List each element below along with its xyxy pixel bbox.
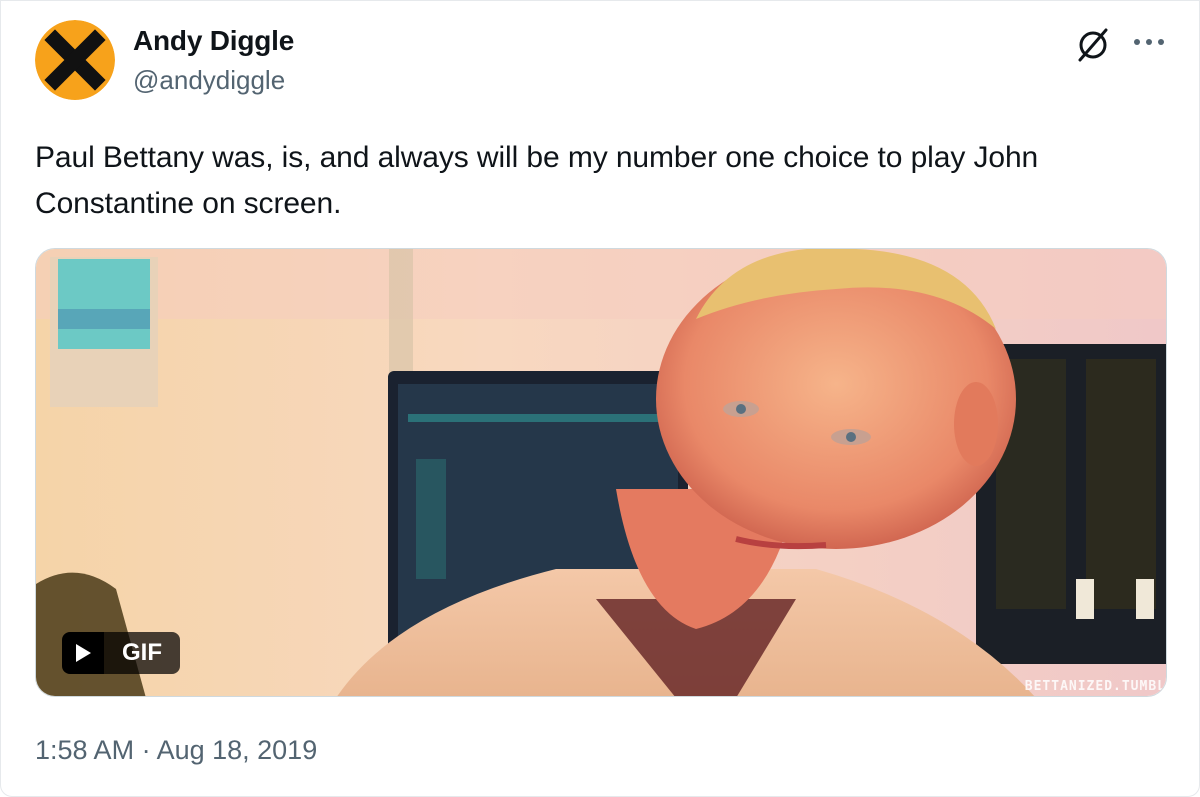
tweet-card: Andy Diggle @andydiggle Paul Bettany was… bbox=[0, 0, 1200, 797]
gif-media[interactable]: GIF BETTANIZED.TUMBL bbox=[35, 248, 1167, 697]
gif-frame bbox=[36, 249, 1166, 696]
tweet-timestamp[interactable]: 1:58 AM · Aug 18, 2019 bbox=[35, 735, 317, 766]
avatar[interactable] bbox=[35, 20, 115, 100]
x-logo-icon[interactable] bbox=[1073, 27, 1113, 63]
play-icon[interactable] bbox=[62, 632, 104, 674]
gif-label: GIF bbox=[104, 632, 180, 674]
watermark: BETTANIZED.TUMBL bbox=[1024, 679, 1166, 694]
tweet-text: Paul Bettany was, is, and always will be… bbox=[35, 141, 1039, 220]
more-icon[interactable] bbox=[1129, 27, 1169, 57]
author-name[interactable]: Andy Diggle bbox=[133, 25, 294, 57]
gif-badge[interactable]: GIF bbox=[62, 632, 180, 674]
author-handle[interactable]: @andydiggle bbox=[133, 65, 285, 96]
